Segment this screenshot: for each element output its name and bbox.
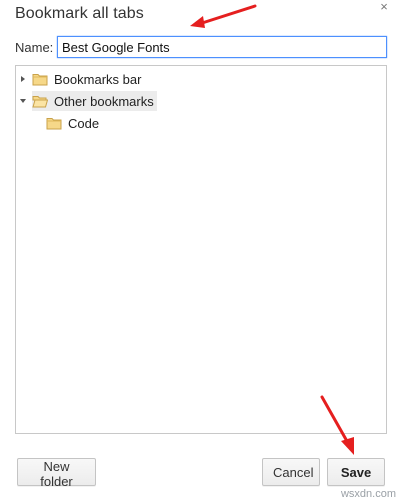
- tree-item-bookmarks-bar[interactable]: Bookmarks bar: [18, 69, 144, 89]
- bookmark-all-tabs-dialog: Bookmark all tabs × Name: Bookmarks bar: [0, 0, 400, 501]
- watermark-text: wsxdn.com: [340, 488, 396, 500]
- dialog-title: Bookmark all tabs: [15, 5, 144, 22]
- close-button[interactable]: ×: [376, 0, 392, 16]
- save-button[interactable]: Save: [327, 458, 385, 486]
- name-input[interactable]: [57, 36, 387, 58]
- close-icon: ×: [380, 0, 388, 14]
- tree-item-label: Other bookmarks: [54, 93, 154, 109]
- tree-item-code[interactable]: Code: [46, 113, 102, 133]
- folder-closed-icon: [46, 118, 62, 130]
- new-folder-button[interactable]: New folder: [17, 458, 96, 489]
- annotation-arrow-title-icon: [190, 4, 257, 28]
- tree-item-bookmarks-bar-label-wrap: Bookmarks bar: [32, 69, 144, 89]
- folder-open-icon: [32, 96, 48, 108]
- tree-item-other-bookmarks-label-wrap: Other bookmarks: [32, 91, 157, 111]
- folder-closed-icon: [32, 74, 48, 86]
- name-label: Name:: [15, 39, 54, 55]
- cancel-button[interactable]: Cancel: [262, 458, 320, 486]
- tree-item-other-bookmarks[interactable]: Other bookmarks: [18, 91, 157, 111]
- tree-item-code-label-wrap: Code: [46, 113, 102, 133]
- folder-tree[interactable]: Bookmarks bar Other bookmarks Code: [15, 65, 387, 434]
- collapse-arrow-icon[interactable]: [18, 96, 28, 106]
- name-row: Name:: [15, 36, 387, 58]
- expand-arrow-icon[interactable]: [18, 74, 28, 84]
- tree-item-label: Code: [68, 115, 100, 131]
- tree-item-label: Bookmarks bar: [54, 71, 142, 87]
